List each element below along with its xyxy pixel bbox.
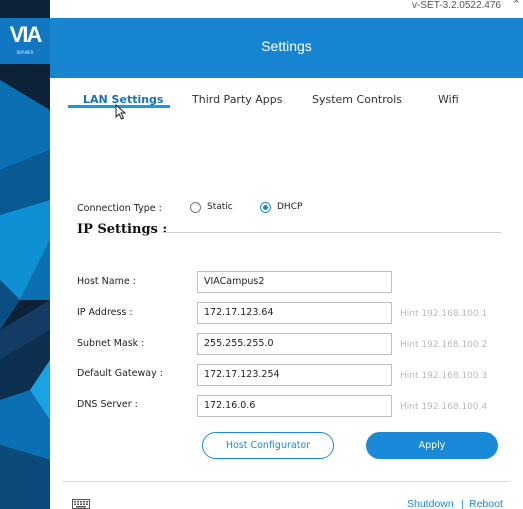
- apply-button[interactable]: Apply: [366, 432, 498, 459]
- cursor-arrow-icon: [115, 104, 127, 120]
- subnet-mask-label: Subnet Mask :: [77, 338, 145, 349]
- subnet-mask-hint: Hint 192.168.100.2: [400, 340, 488, 350]
- footer-divider: [62, 481, 510, 482]
- ip-address-input[interactable]: 172.17.123.64: [197, 302, 392, 324]
- tab-system-controls[interactable]: System Controls: [312, 93, 402, 106]
- footer-separator: |: [461, 498, 464, 509]
- settings-window: VIA KRAMER v-SET-3.2.0522.476 ⌃ Settings…: [0, 0, 523, 509]
- tab-third-party-apps[interactable]: Third Party Apps: [192, 93, 283, 106]
- brand-logo: VIA: [9, 22, 43, 47]
- default-gateway-label: Default Gateway :: [77, 368, 163, 379]
- top-bar: v-SET-3.2.0522.476 ⌃: [50, 0, 523, 18]
- tab-wifi[interactable]: Wifi: [438, 93, 459, 106]
- static-radio-label[interactable]: Static: [207, 202, 233, 212]
- subnet-mask-input[interactable]: 255.255.255.0: [197, 333, 392, 355]
- static-radio[interactable]: [190, 202, 201, 213]
- keyboard-icon[interactable]: [72, 499, 90, 509]
- dns-server-input[interactable]: 172.16.0.6: [197, 395, 392, 417]
- brand-block: VIA KRAMER: [0, 18, 50, 64]
- version-label: v-SET-3.2.0522.476: [412, 0, 501, 11]
- ip-address-hint: Hint 192.168.100.1: [400, 309, 488, 319]
- dns-server-label: DNS Server :: [77, 399, 138, 410]
- host-name-input[interactable]: VIACampus2: [197, 271, 392, 293]
- sidebar-decoration: VIA KRAMER: [0, 0, 50, 509]
- default-gateway-input[interactable]: 172.17.123.254: [197, 364, 392, 386]
- shutdown-link[interactable]: Shutdown: [407, 498, 454, 509]
- brand-subtitle: KRAMER: [16, 50, 34, 55]
- host-name-label: Host Name :: [77, 276, 136, 287]
- dhcp-radio[interactable]: [260, 202, 271, 213]
- sidebar-pattern: [0, 0, 50, 509]
- dhcp-radio-label[interactable]: DHCP: [277, 202, 302, 212]
- ip-settings-title: IP Settings :: [77, 222, 168, 237]
- section-divider: [162, 232, 501, 233]
- page-title: Settings: [261, 38, 312, 54]
- host-configurator-button[interactable]: Host Configurator: [202, 432, 334, 459]
- ip-address-label: IP Address :: [77, 307, 133, 318]
- reboot-link[interactable]: Reboot: [469, 498, 503, 509]
- chevron-up-icon[interactable]: ⌃: [512, 0, 521, 11]
- header: Settings: [50, 18, 523, 78]
- dns-server-hint: Hint 192.168.100.4: [400, 402, 488, 412]
- connection-type-label: Connection Type :: [77, 203, 162, 214]
- default-gateway-hint: Hint 192.168.100.3: [400, 371, 488, 381]
